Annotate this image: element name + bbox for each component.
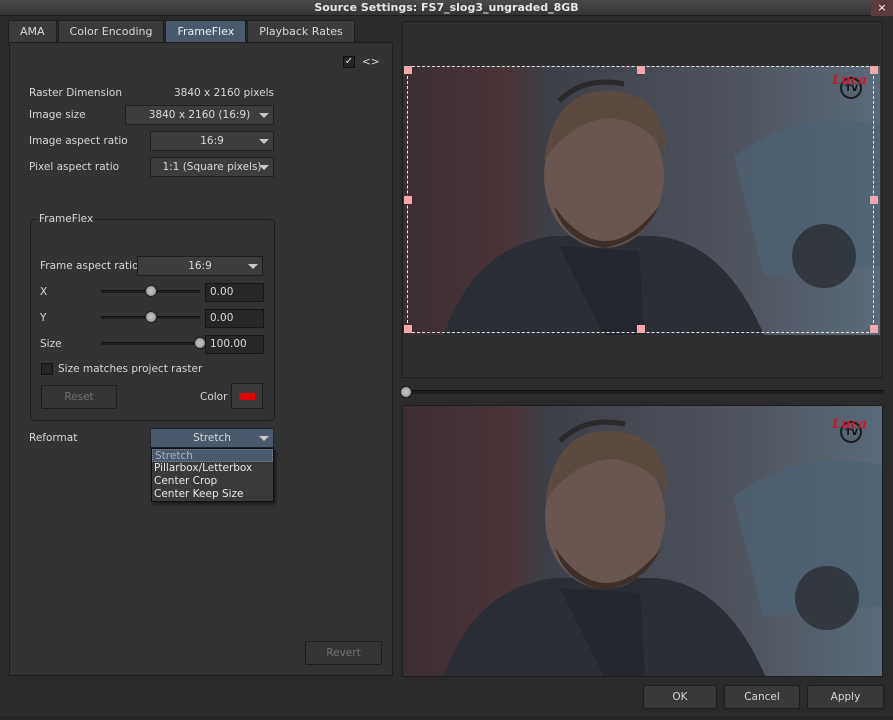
size-input[interactable]: 100.00	[205, 335, 264, 354]
pixel-aspect-label: Pixel aspect ratio	[29, 161, 120, 173]
menu-item-center-keep-size[interactable]: Center Keep Size	[152, 488, 273, 501]
menu-item-pillarbox-letterbox[interactable]: Pillarbox/Letterbox	[152, 462, 273, 475]
reformat-value: Stretch	[193, 432, 231, 444]
frame-aspect-value: 16:9	[188, 260, 212, 272]
apply-button[interactable]: Apply	[807, 685, 884, 709]
crop-handle-right[interactable]	[870, 196, 878, 204]
color-label: Color	[200, 391, 228, 403]
luca-tv-logo-output: Luca TV	[832, 417, 872, 443]
enable-checkbox[interactable]: ✓	[343, 56, 355, 68]
position-slider-thumb[interactable]	[400, 386, 412, 398]
chevron-down-icon	[259, 113, 269, 118]
image-aspect-value: 16:9	[200, 135, 224, 147]
x-input[interactable]: 0.00	[205, 283, 264, 302]
size-label: Size	[40, 338, 62, 350]
crop-handle-top[interactable]	[637, 66, 645, 74]
reformat-label: Reformat	[29, 432, 78, 444]
image-size-label: Image size	[29, 109, 86, 121]
color-picker-button[interactable]	[231, 383, 263, 409]
crop-handle-bottom[interactable]	[637, 325, 645, 333]
size-slider-track[interactable]	[101, 342, 200, 345]
chevron-down-icon	[248, 264, 258, 269]
size-matches-checkbox[interactable]	[41, 363, 53, 375]
expand-toggle[interactable]: <>	[362, 56, 380, 68]
title-bar: Source Settings: FS7_slog3_ungraded_8GB …	[0, 0, 893, 16]
raster-dimension-value: 3840 x 2160 pixels	[174, 87, 274, 99]
color-swatch	[239, 393, 255, 400]
size-matches-label: Size matches project raster	[58, 363, 203, 375]
menu-item-center-crop[interactable]: Center Crop	[152, 475, 273, 488]
raster-dimension-label: Raster Dimension	[29, 87, 123, 99]
menu-item-stretch[interactable]: Stretch	[152, 449, 273, 462]
position-slider-track[interactable]	[412, 390, 884, 394]
ok-button[interactable]: OK	[643, 685, 717, 709]
tab-playback-rates[interactable]: Playback Rates	[247, 20, 355, 42]
image-aspect-label: Image aspect ratio	[29, 135, 128, 147]
image-size-dropdown[interactable]: 3840 x 2160 (16:9)	[125, 105, 274, 125]
image-aspect-dropdown[interactable]: 16:9	[150, 131, 274, 151]
tab-bar: AMA Color Encoding FrameFlex Playback Ra…	[8, 20, 356, 42]
logo-tv: TV	[845, 428, 859, 438]
revert-button[interactable]: Revert	[305, 641, 382, 665]
reformat-menu: Stretch Pillarbox/Letterbox Center Crop …	[151, 448, 274, 502]
output-viewer	[402, 405, 883, 677]
tab-frameflex[interactable]: FrameFlex	[165, 20, 247, 42]
crop-handle-bottom-right[interactable]	[870, 325, 878, 333]
chevron-down-icon	[259, 436, 269, 441]
crop-frame[interactable]	[407, 66, 874, 333]
crop-handle-bottom-left[interactable]	[404, 325, 412, 333]
crop-handle-left[interactable]	[404, 196, 412, 204]
image-size-value: 3840 x 2160 (16:9)	[148, 109, 251, 121]
chevron-down-icon	[259, 139, 269, 144]
logo-tv: TV	[845, 84, 859, 94]
frame-aspect-dropdown[interactable]: 16:9	[137, 256, 263, 276]
tab-color-encoding[interactable]: Color Encoding	[57, 20, 165, 42]
reformat-dropdown[interactable]: Stretch	[150, 428, 274, 448]
chevron-down-icon	[259, 165, 269, 170]
output-frame-image	[403, 406, 882, 676]
frameflex-group-title: FrameFlex	[37, 213, 96, 225]
window-title: Source Settings: FS7_slog3_ungraded_8GB	[314, 1, 579, 14]
close-button[interactable]: ×	[871, 0, 893, 16]
luca-tv-logo: Luca TV	[832, 73, 872, 99]
pixel-aspect-value: 1:1 (Square pixels)	[162, 161, 262, 173]
reset-button[interactable]: Reset	[41, 385, 117, 409]
y-input[interactable]: 0.00	[205, 309, 264, 328]
y-label: Y	[40, 312, 47, 324]
tab-ama[interactable]: AMA	[8, 20, 57, 42]
y-slider-thumb[interactable]	[144, 311, 157, 323]
x-label: X	[40, 286, 48, 298]
x-slider-thumb[interactable]	[144, 285, 157, 297]
cancel-button[interactable]: Cancel	[724, 685, 800, 709]
frame-aspect-label: Frame aspect ratio	[40, 260, 139, 272]
crop-handle-top-left[interactable]	[404, 66, 412, 74]
pixel-aspect-dropdown[interactable]: 1:1 (Square pixels)	[150, 157, 274, 177]
bottom-edge	[0, 716, 893, 720]
